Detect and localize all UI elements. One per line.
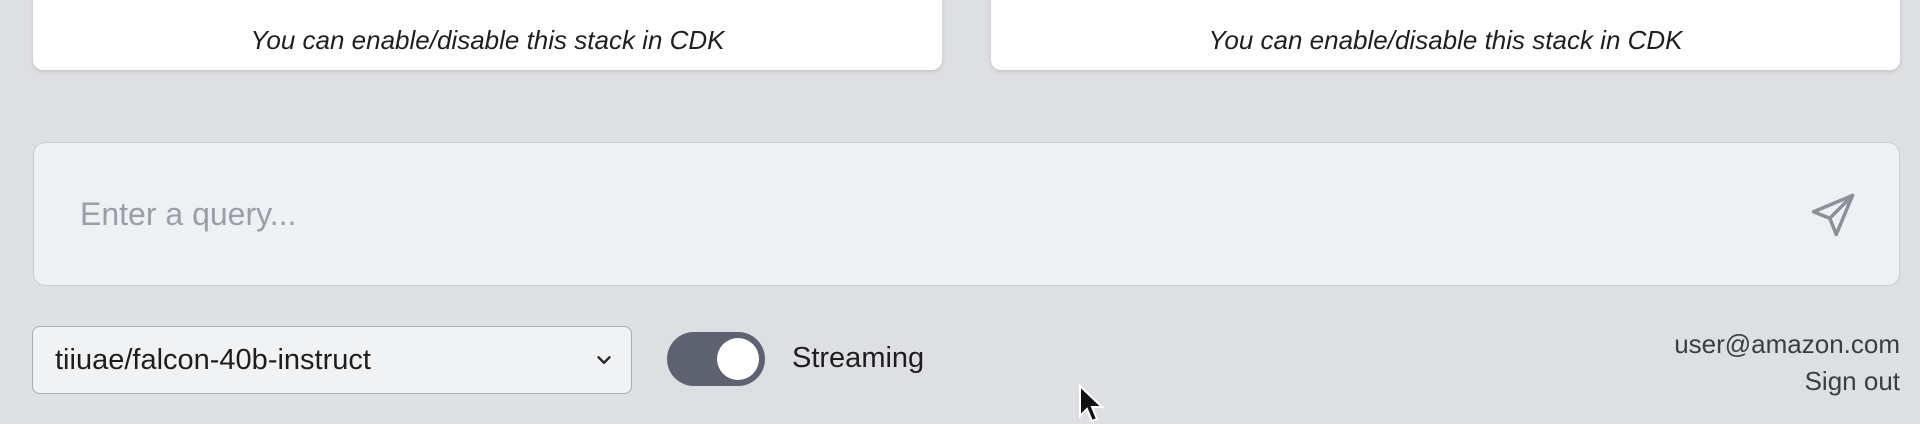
send-button[interactable]: [1805, 187, 1861, 243]
mouse-cursor-icon: [1079, 384, 1104, 423]
user-email: user@amazon.com: [1674, 329, 1900, 359]
query-input[interactable]: [78, 183, 1782, 245]
stack-info-card-right: You can enable/disable this stack in CDK: [991, 0, 1900, 70]
stack-info-card-left: You can enable/disable this stack in CDK: [33, 0, 942, 70]
streaming-label: Streaming: [792, 342, 925, 374]
sign-out-link[interactable]: Sign out: [1674, 363, 1900, 400]
stack-info-text: You can enable/disable this stack in CDK: [1208, 25, 1683, 55]
stack-info-text: You can enable/disable this stack in CDK: [250, 25, 725, 55]
toggle-knob: [717, 338, 759, 380]
model-select[interactable]: tiiuae/falcon-40b-instruct: [32, 326, 632, 394]
user-info: user@amazon.com Sign out: [1674, 326, 1900, 400]
model-select-value: tiiuae/falcon-40b-instruct: [55, 343, 371, 376]
streaming-toggle[interactable]: [667, 332, 765, 386]
chevron-down-icon: [597, 356, 611, 364]
send-icon: [1811, 193, 1855, 237]
query-box: [33, 142, 1900, 286]
